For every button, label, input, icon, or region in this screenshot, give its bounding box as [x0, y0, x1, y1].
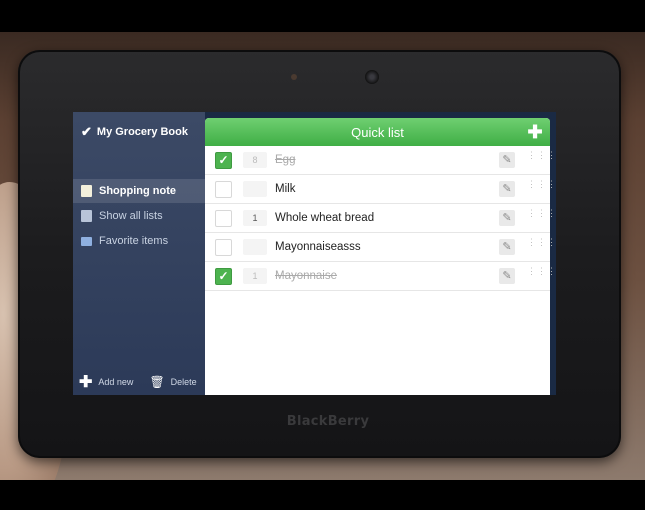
letterbox-top — [0, 0, 645, 32]
item-checkbox[interactable] — [215, 180, 232, 198]
sidebar-item-show-all-lists[interactable]: Show all lists — [73, 204, 205, 228]
item-quantity[interactable]: 1 — [243, 268, 267, 284]
item-quantity[interactable] — [243, 239, 267, 255]
light-sensor — [291, 74, 297, 80]
app-title-label: My Grocery Book — [96, 126, 188, 138]
drag-handle-icon[interactable]: ⋮⋮⋮ — [527, 209, 556, 225]
sidebar-actions: ✚ Add new 🗑 Delete — [79, 372, 197, 392]
drag-handle-icon[interactable]: ⋮⋮⋮ — [527, 151, 556, 167]
list-item[interactable]: Milk ✎ ⋮⋮⋮ — [205, 175, 556, 204]
app-screen: ✔ My Grocery Book Shopping note Show all… — [73, 112, 556, 395]
item-checkbox[interactable]: ✓ — [215, 267, 232, 285]
item-checkbox[interactable]: ✓ — [215, 151, 232, 169]
edit-icon[interactable]: ✎ — [499, 268, 515, 284]
brand-logo: BlackBerry — [286, 414, 370, 429]
list-header: Quick list ✚ — [205, 118, 550, 146]
add-icon[interactable]: ✚ — [79, 372, 92, 392]
item-quantity[interactable]: 8 — [243, 152, 267, 168]
item-name: Mayonnaiseasss — [275, 241, 361, 253]
list-title: Quick list — [351, 124, 404, 140]
sidebar-item-label: Shopping note — [99, 185, 176, 197]
edit-icon[interactable]: ✎ — [499, 181, 515, 197]
quick-list-panel: Quick list ✚ ✓ 8 Egg ✎ ⋮⋮⋮ Milk ✎ ⋮⋮⋮ 1 … — [205, 118, 556, 395]
delete-button[interactable]: Delete — [171, 377, 197, 387]
note-icon — [81, 185, 92, 197]
list-item[interactable]: 1 Whole wheat bread ✎ ⋮⋮⋮ — [205, 204, 556, 233]
drag-handle-icon[interactable]: ⋮⋮⋮ — [527, 238, 556, 254]
sidebar-item-shopping-note[interactable]: Shopping note — [73, 179, 205, 203]
list-item[interactable]: ✓ 8 Egg ✎ ⋮⋮⋮ — [205, 146, 556, 175]
item-quantity[interactable]: 1 — [243, 210, 267, 226]
checkmark-icon: ✔ — [81, 124, 92, 139]
edit-icon[interactable]: ✎ — [499, 239, 515, 255]
list-icon — [81, 210, 92, 222]
app-title: ✔ My Grocery Book — [81, 122, 188, 142]
add-item-button[interactable]: ✚ — [526, 123, 544, 141]
list-item[interactable]: Mayonnaiseasss ✎ ⋮⋮⋮ — [205, 233, 556, 262]
favorites-icon — [81, 236, 92, 246]
drag-handle-icon[interactable]: ⋮⋮⋮ — [527, 180, 556, 196]
edit-icon[interactable]: ✎ — [499, 152, 515, 168]
drag-handle-icon[interactable]: ⋮⋮⋮ — [527, 267, 556, 283]
sidebar-item-label: Favorite items — [99, 235, 169, 247]
item-quantity[interactable] — [243, 181, 267, 197]
item-checkbox[interactable] — [215, 209, 232, 227]
list-item[interactable]: ✓ 1 Mayonnaise ✎ ⋮⋮⋮ — [205, 262, 556, 291]
camera-icon — [365, 70, 379, 84]
item-checkbox[interactable] — [215, 238, 232, 256]
letterbox-bottom — [0, 480, 645, 510]
sidebar-item-label: Show all lists — [99, 210, 163, 222]
add-new-button[interactable]: Add new — [98, 377, 133, 387]
item-name: Milk — [275, 183, 296, 195]
item-name: Whole wheat bread — [275, 212, 375, 224]
edit-icon[interactable]: ✎ — [499, 210, 515, 226]
trash-icon[interactable]: 🗑 — [149, 375, 164, 389]
item-name: Egg — [275, 154, 296, 166]
sidebar: ✔ My Grocery Book Shopping note Show all… — [73, 112, 205, 395]
sidebar-item-favorite-items[interactable]: Favorite items — [73, 229, 205, 253]
item-name: Mayonnaise — [275, 270, 338, 282]
